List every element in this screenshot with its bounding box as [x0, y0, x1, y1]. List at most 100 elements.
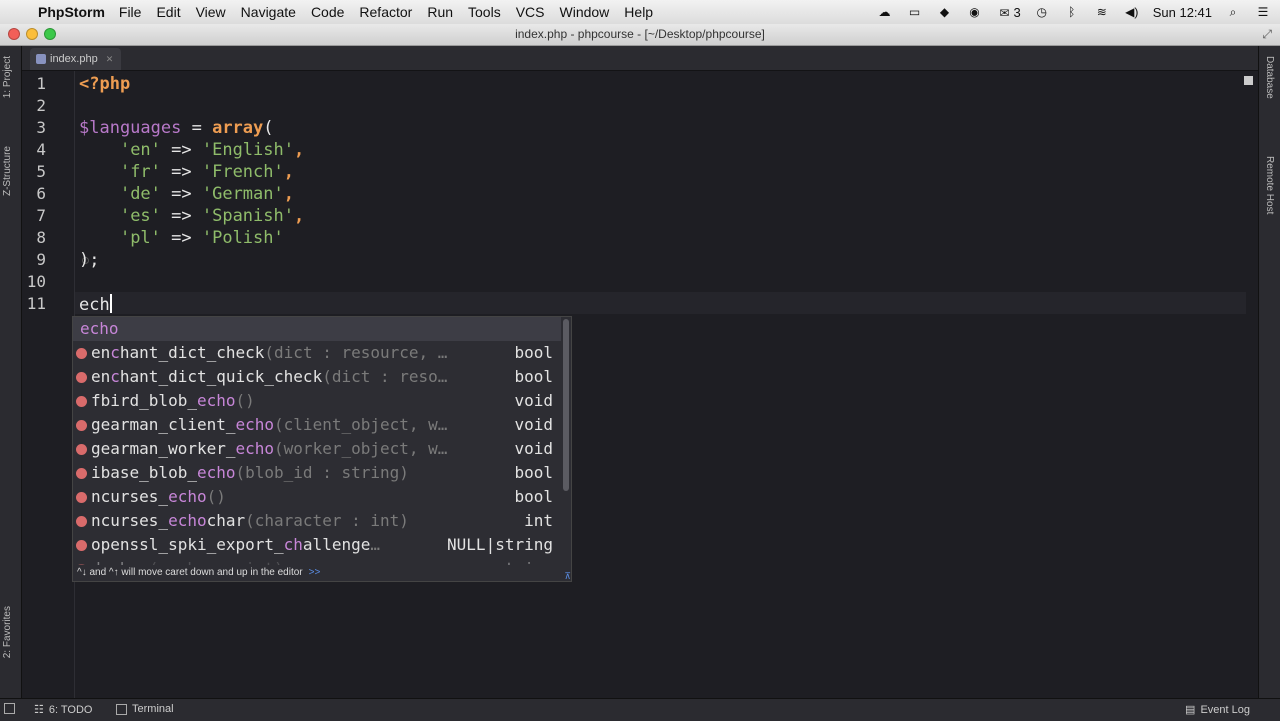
cloud-icon[interactable]: ☁	[875, 5, 893, 19]
completion-item[interactable]: gearman_worker_echo(worker_object, w… vo…	[73, 437, 561, 461]
return-type: bool	[510, 341, 553, 365]
bluetooth-icon[interactable]: ᛒ	[1063, 5, 1081, 19]
completion-item[interactable]: enchant_dict_quick_check(dict : reso… bo…	[73, 365, 561, 389]
database-tool-tab[interactable]: Database	[1264, 56, 1275, 99]
menu-file[interactable]: File	[119, 4, 142, 20]
code-line-7: 'es' => 'Spanish',	[79, 206, 304, 226]
hint-more-link[interactable]: >>	[309, 567, 321, 578]
screen-icon[interactable]: ▭	[905, 5, 923, 19]
volume-icon[interactable]: ◀)	[1123, 5, 1141, 19]
time-machine-icon[interactable]: ◷	[1033, 5, 1051, 19]
string: 'Spanish'	[201, 206, 294, 226]
completion-item-selected[interactable]: echo	[73, 317, 561, 341]
menu-refactor[interactable]: Refactor	[359, 4, 412, 20]
code-line-8: 'pl' => 'Polish'	[79, 228, 284, 248]
pin-icon[interactable]: ⊼	[564, 568, 571, 581]
notification-badge[interactable]: ✉ 3	[995, 5, 1020, 20]
menu-edit[interactable]: Edit	[156, 4, 180, 20]
completion-item[interactable]: fbird_blob_echo() void	[73, 389, 561, 413]
string: 'English'	[201, 140, 294, 160]
return-type: void	[510, 437, 553, 461]
spotlight-search-icon[interactable]: ⌕	[1224, 5, 1242, 19]
line-number-gutter: 1 2 3 4 5 6 7 8 9 10 11	[22, 71, 75, 698]
separator: ,	[293, 140, 305, 160]
menu-help[interactable]: Help	[624, 4, 653, 20]
creative-cloud-icon[interactable]: ◉	[965, 5, 983, 19]
menu-view[interactable]: View	[196, 4, 226, 20]
notification-center-icon[interactable]: ☰	[1254, 5, 1272, 19]
code-line-11[interactable]: ech	[79, 294, 112, 315]
separator: ,	[293, 206, 305, 226]
completion-item[interactable]: ibase_blob_echo(blob_id : string) bool	[73, 461, 561, 485]
dropbox-icon[interactable]: ◆	[935, 5, 953, 19]
code-completion-popup[interactable]: echo enchant_dict_check(dict : resource,…	[72, 316, 572, 582]
line-number: 7	[36, 206, 46, 225]
current-line-highlight	[75, 292, 1246, 314]
favorites-tool-tab[interactable]: 2: Favorites	[2, 606, 13, 658]
terminal-tool-tab[interactable]: Terminal	[116, 703, 174, 715]
code-line-1: <?php	[79, 74, 130, 94]
structure-tool-tab[interactable]: Z-Structure	[2, 146, 13, 196]
clock[interactable]: Sun 12:41	[1153, 5, 1212, 20]
line-number: 6	[36, 184, 46, 203]
line-number: 4	[36, 140, 46, 159]
string: 'Polish'	[201, 228, 284, 248]
completion-item[interactable]: ncurses_echochar(character : int) int	[73, 509, 561, 533]
completion-name: enchant_dict_quick_check(dict : reso…	[91, 367, 448, 386]
line-number: 1	[36, 74, 46, 93]
return-type: int	[520, 509, 553, 533]
return-type: bool	[510, 365, 553, 389]
menu-run[interactable]: Run	[427, 4, 453, 20]
fullscreen-icon[interactable]: ⤢	[1262, 27, 1272, 42]
php-open-tag: <?php	[79, 74, 131, 94]
line-number: 5	[36, 162, 46, 181]
tab-index-php[interactable]: index.php ✕	[30, 48, 122, 70]
completion-name: fbird_blob_echo()	[91, 391, 255, 410]
mail-icon: ✉	[999, 5, 1010, 20]
layout-toggle-icon[interactable]	[4, 703, 15, 714]
menu-navigate[interactable]: Navigate	[241, 4, 296, 20]
completion-hint: ^↓ and ^↑ will move caret down and up in…	[73, 565, 571, 581]
macos-menu-bar: PhpStorm File Edit View Navigate Code Re…	[0, 0, 1280, 25]
completion-item[interactable]: enchant_dict_check(dict : resource, … bo…	[73, 341, 561, 365]
operator: =>	[160, 206, 202, 226]
code-line-3: $languages = array(	[79, 118, 274, 138]
tab-label: index.php	[50, 53, 98, 65]
event-log-tool-tab[interactable]: ▤ Event Log	[1185, 703, 1250, 717]
return-type: bool	[510, 485, 553, 509]
app-menu[interactable]: PhpStorm	[38, 4, 105, 20]
operator: =>	[160, 162, 202, 182]
code-line-6: 'de' => 'German',	[79, 184, 294, 204]
string: 'German'	[201, 184, 284, 204]
completion-item[interactable]: openssl_spki_export_challenge… NULL|stri…	[73, 533, 561, 557]
menu-vcs[interactable]: VCS	[516, 4, 545, 20]
line-number: 3	[36, 118, 46, 137]
menu-tools[interactable]: Tools	[468, 4, 501, 20]
completion-item[interactable]: gearman_client_echo(client_object, w… vo…	[73, 413, 561, 437]
separator: ,	[283, 184, 294, 204]
todo-tool-tab[interactable]: ☷ 6: TODO	[34, 703, 92, 717]
code-line-9: );	[79, 250, 99, 270]
code-line-5: 'fr' => 'French',	[79, 162, 294, 182]
completion-name: gearman_client_echo(client_object, w…	[91, 415, 448, 434]
function-icon	[76, 444, 87, 455]
close-tab-icon[interactable]: ✕	[106, 49, 114, 69]
completion-scrollbar[interactable]	[563, 319, 569, 491]
php-file-icon	[36, 54, 46, 64]
wifi-icon[interactable]: ≋	[1093, 5, 1111, 19]
remote-host-tool-tab[interactable]: Remote Host	[1264, 156, 1275, 214]
left-tool-strip: 1: Project Z-Structure 2: Favorites	[0, 46, 22, 698]
function-icon	[76, 516, 87, 527]
menu-window[interactable]: Window	[560, 4, 610, 20]
function-icon	[76, 492, 87, 503]
line-number: 2	[36, 96, 46, 115]
completion-item[interactable]: ncurses_echo() bool	[73, 485, 561, 509]
menu-extras: ☁ ▭ ◆ ◉ ✉ 3 ◷ ᛒ ≋ ◀) Sun 12:41 ⌕ ☰	[875, 0, 1272, 24]
square-icon	[4, 703, 15, 714]
menu-code[interactable]: Code	[311, 4, 344, 20]
inspection-status-icon[interactable]	[1244, 76, 1253, 85]
editor-tab-bar: index.php ✕	[22, 46, 1258, 71]
project-tool-tab[interactable]: 1: Project	[2, 56, 13, 98]
event-log-icon: ▤	[1185, 704, 1196, 716]
return-type: void	[510, 389, 553, 413]
